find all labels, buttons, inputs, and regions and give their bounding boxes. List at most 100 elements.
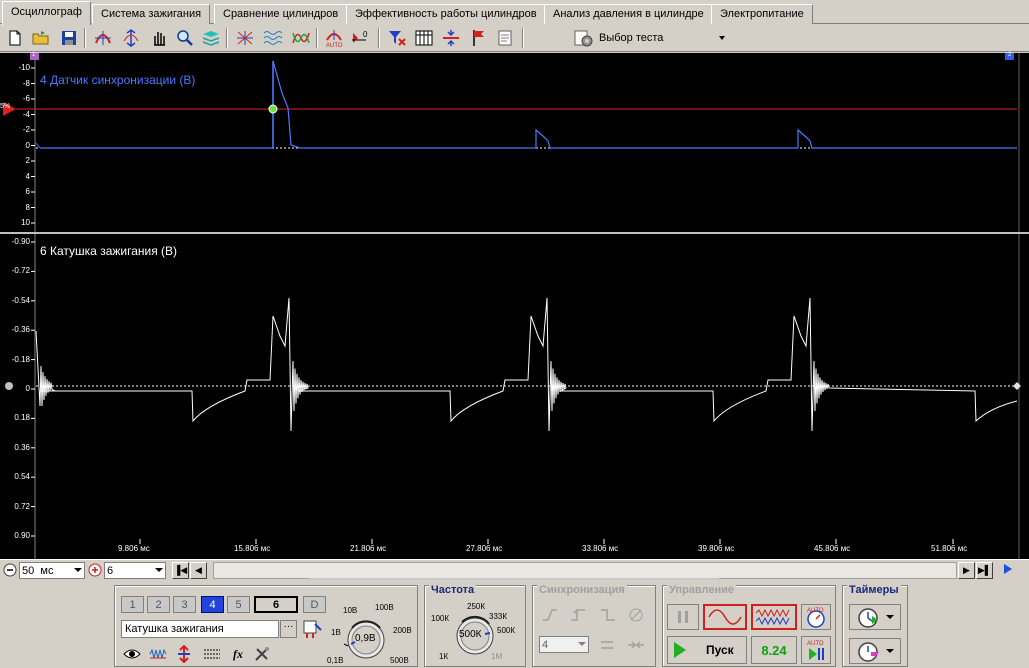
eye-icon[interactable]: [121, 643, 143, 665]
freq-label-250k: 250К: [467, 602, 486, 611]
counter-display: 8.24: [751, 636, 797, 664]
zoom-fit-icon[interactable]: [92, 27, 114, 49]
waveform-multi-icon[interactable]: [262, 27, 284, 49]
filter-icon[interactable]: [386, 27, 408, 49]
auto-gauge-icon: AUTO: [807, 608, 825, 628]
probe-icon[interactable]: [301, 618, 323, 640]
vertical-cursor-icon[interactable]: [120, 27, 142, 49]
auto-scale-icon[interactable]: AUTO: [323, 27, 345, 49]
sensor-name-field[interactable]: Катушка зажигания: [121, 620, 279, 638]
bottom-axis-tick-label: 0: [25, 384, 30, 393]
pause-button[interactable]: [667, 604, 699, 630]
svg-text:AUTO: AUTO: [807, 641, 824, 647]
sync-channel-combo[interactable]: 4: [539, 636, 589, 653]
top-axis-tick-label: 2: [25, 156, 30, 165]
flag-icon[interactable]: [468, 27, 490, 49]
sync-channel-label: 4 Датчик синхронизации (В): [40, 73, 196, 87]
freq-label-500k: 500К: [497, 626, 516, 635]
waveform-cycle-icon[interactable]: [290, 27, 312, 49]
tools-icon[interactable]: [251, 643, 273, 665]
multi-wave-button[interactable]: [751, 604, 797, 630]
control-group: Управление AUTO Пуск 8.24 AUTO: [662, 584, 836, 667]
start-button[interactable]: Пуск: [667, 636, 747, 664]
bottom-axis-tick-label: -0.18: [11, 354, 30, 364]
noise-wave-icon[interactable]: [147, 643, 169, 665]
step-back-button[interactable]: ◀: [190, 562, 207, 579]
notes-icon[interactable]: [494, 27, 516, 49]
channel-button-2[interactable]: 2: [147, 596, 170, 613]
step-forward-button[interactable]: ▶: [958, 562, 975, 579]
top-axis-tick-label: -6: [22, 94, 30, 103]
trigger-point[interactable]: [268, 104, 278, 114]
horizontal-scrollbar[interactable]: [213, 562, 957, 581]
voltage-label-200: 200В: [393, 626, 412, 635]
grid-icon[interactable]: [413, 27, 435, 49]
marker-right-label: 2: [1008, 52, 1012, 58]
offset-zero-icon[interactable]: 0: [350, 27, 372, 49]
open-folder-icon[interactable]: [30, 27, 52, 49]
zoom-out-icon[interactable]: [3, 563, 17, 577]
split-icon[interactable]: [440, 27, 462, 49]
play-icon: [674, 642, 686, 658]
pause-icon: [678, 611, 688, 623]
magnifier-icon[interactable]: [174, 27, 196, 49]
channel-button-d[interactable]: D: [303, 596, 326, 613]
channel-combo[interactable]: 6: [104, 562, 166, 579]
channel-button-6[interactable]: 6: [254, 596, 298, 613]
test-select[interactable]: Выбор теста: [573, 27, 733, 49]
save-icon[interactable]: [58, 27, 80, 49]
top-axis-tick-label: 8: [25, 202, 30, 212]
go-end-button[interactable]: ▶▌: [976, 562, 993, 579]
function-fx-icon[interactable]: fx: [227, 643, 249, 665]
freq-label-100k: 100К: [431, 614, 450, 623]
tab-power-supply[interactable]: Электропитание: [711, 4, 813, 24]
sensor-browse-button[interactable]: ···: [280, 620, 297, 638]
tab-ignition-system[interactable]: Система зажигания: [92, 4, 211, 24]
freq-label-1m: 1М: [491, 652, 503, 661]
layers-icon[interactable]: [200, 27, 222, 49]
chevron-down-icon: [886, 649, 894, 653]
tab-cylinder-efficiency[interactable]: Эффективность работы цилиндров: [346, 4, 546, 24]
run-arrow-icon[interactable]: [1004, 564, 1012, 574]
frequency-group: Частота 500К 1К 100К 250К 333К 500К 1М: [424, 584, 526, 667]
bottom-axis-tick-label: 0.90: [14, 531, 30, 540]
sine-mode-button[interactable]: [703, 604, 747, 630]
timer-2-button[interactable]: [849, 638, 901, 664]
marker-left-label: 1: [32, 52, 36, 58]
sync-rising-edge-icon[interactable]: [539, 604, 561, 626]
frequency-title: Частота: [429, 584, 477, 596]
channel-button-5[interactable]: 5: [227, 596, 250, 613]
timebase-combo[interactable]: 50 мс: [19, 562, 85, 579]
channel-button-1[interactable]: 1: [121, 596, 144, 613]
timers-group: Таймеры: [842, 584, 908, 667]
scope-bottom-panel[interactable]: 6 Катушка зажигания (В) -0.90 -0.72 -0.54 -…: [0, 234, 1029, 559]
vertical-scale-icon[interactable]: [173, 643, 195, 665]
time-axis-label: 39.806 мс: [698, 544, 735, 553]
channel-button-4[interactable]: 4: [201, 596, 224, 613]
sync-mode-icon[interactable]: [625, 604, 647, 626]
go-start-button[interactable]: ▐◀: [172, 562, 189, 579]
new-file-icon[interactable]: [4, 27, 26, 49]
sync-level-up-icon[interactable]: [567, 604, 589, 626]
chevron-down-icon: [886, 615, 894, 619]
bottom-axis-tick-label: 0.36: [14, 442, 30, 452]
scope-top-panel[interactable]: 5% 1 2 4 Датчик синхронизации (В) -10 -8-…: [0, 52, 1029, 232]
tab-cylinder-compare[interactable]: Сравнение цилиндров: [214, 4, 348, 24]
timers-title: Таймеры: [847, 584, 901, 596]
auto-range-button[interactable]: AUTO: [801, 604, 831, 630]
tab-cylinder-pressure[interactable]: Анализ давления в цилиндре: [544, 4, 713, 24]
svg-text:AUTO: AUTO: [807, 608, 824, 614]
sync-center-icon[interactable]: [625, 634, 647, 656]
cross-signal-icon[interactable]: [234, 27, 256, 49]
tab-oscilloscope[interactable]: Осциллограф: [2, 1, 91, 25]
line-style-icon[interactable]: [201, 643, 223, 665]
hand-pan-icon[interactable]: [148, 27, 170, 49]
timer-1-button[interactable]: [849, 604, 901, 630]
top-axis-tick-label: 4: [25, 171, 30, 181]
sync-level-down-icon[interactable]: [597, 604, 619, 626]
channel-button-3[interactable]: 3: [173, 596, 196, 613]
auto-run-button[interactable]: AUTO: [801, 636, 831, 664]
bottom-axis-tick-label: 0.18: [14, 413, 30, 423]
sync-shift-icon[interactable]: [597, 634, 619, 656]
zoom-in-icon[interactable]: [88, 563, 102, 577]
